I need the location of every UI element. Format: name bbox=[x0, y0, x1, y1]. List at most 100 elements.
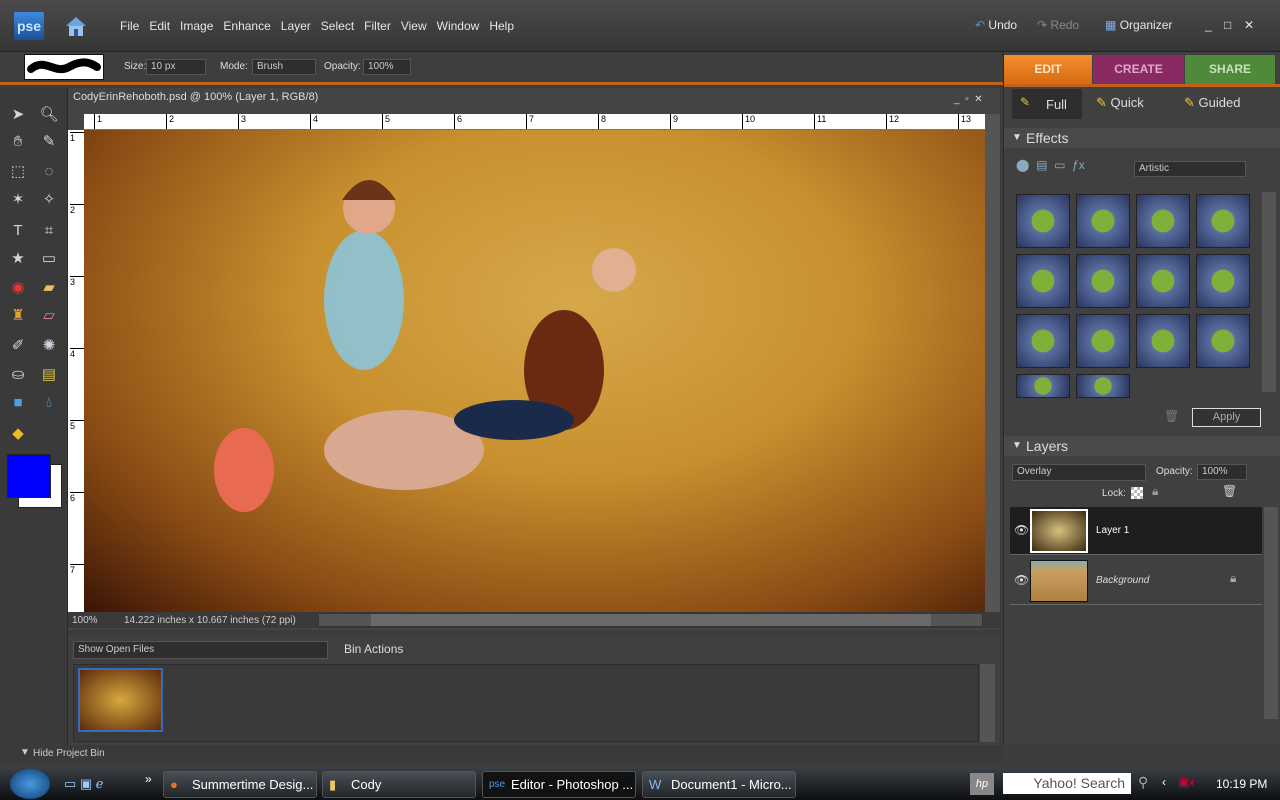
layer-row[interactable]: 👁︎ Background 🔒︎ bbox=[1010, 557, 1262, 605]
hide-project-bin-button[interactable]: ▼ Hide Project Bin bbox=[0, 745, 1003, 763]
effects-scrollbar[interactable] bbox=[1262, 192, 1276, 392]
effect-thumbnail[interactable] bbox=[1196, 314, 1250, 368]
undo-button[interactable]: ↶ Undo bbox=[975, 18, 1017, 32]
shape-icon[interactable]: ■ bbox=[7, 392, 29, 414]
zoom-tool-icon[interactable]: 🔍︎ bbox=[38, 104, 60, 126]
close-button[interactable]: ✕ bbox=[1244, 18, 1254, 32]
menu-filter[interactable]: Filter bbox=[364, 19, 391, 33]
layers-scrollbar[interactable] bbox=[1264, 507, 1278, 719]
taskbar-item-photoshop[interactable]: pse Editor - Photoshop ... bbox=[482, 771, 636, 798]
taskbar-item-word[interactable]: W Document1 - Micro... bbox=[642, 771, 796, 798]
marquee-icon[interactable]: ⬚ bbox=[7, 161, 29, 183]
menu-select[interactable]: Select bbox=[321, 19, 354, 33]
foreground-color-swatch[interactable] bbox=[7, 454, 51, 498]
menu-enhance[interactable]: Enhance bbox=[223, 19, 270, 33]
paint-bucket-icon[interactable]: ⛀ bbox=[7, 364, 29, 386]
effect-thumbnail[interactable] bbox=[1016, 314, 1070, 368]
maximize-button[interactable]: □ bbox=[1224, 18, 1231, 32]
menu-edit[interactable]: Edit bbox=[149, 19, 170, 33]
more-icon[interactable]: » bbox=[145, 772, 152, 786]
menu-help[interactable]: Help bbox=[489, 19, 514, 33]
image-canvas[interactable] bbox=[84, 130, 985, 612]
mode-guided-button[interactable]: ✎ Guided bbox=[1184, 95, 1240, 111]
effect-thumbnail[interactable] bbox=[1076, 254, 1130, 308]
hand-tool-icon[interactable]: ✋︎ bbox=[7, 131, 29, 153]
tab-create[interactable]: CREATE bbox=[1093, 55, 1184, 84]
mode-quick-button[interactable]: ✎ Quick bbox=[1096, 95, 1144, 111]
doc-window-controls[interactable]: _ ▫ ✕ bbox=[954, 94, 983, 105]
brush-icon[interactable]: ✐ bbox=[7, 335, 29, 357]
straighten-icon[interactable]: ▭ bbox=[38, 248, 60, 270]
smart-brush-icon[interactable]: ✺ bbox=[38, 335, 60, 357]
opacity-field[interactable]: 100% bbox=[363, 59, 411, 75]
taskbar-item-folder[interactable]: ▮ Cody bbox=[322, 771, 476, 798]
minimize-button[interactable]: _ bbox=[1205, 18, 1212, 32]
effects-filter-icons[interactable]: ⬤ ▤ ▭ ƒx bbox=[1016, 158, 1085, 172]
lock-icon[interactable]: 🔒︎ bbox=[1152, 484, 1158, 499]
effect-thumbnail[interactable] bbox=[1076, 314, 1130, 368]
crop-icon[interactable]: ⌗ bbox=[38, 220, 60, 242]
eyedropper-icon[interactable]: ✎ bbox=[38, 131, 60, 153]
effect-thumbnail[interactable] bbox=[1136, 194, 1190, 248]
mode-select[interactable]: Brush bbox=[252, 59, 316, 75]
effect-thumbnail[interactable] bbox=[1076, 194, 1130, 248]
show-files-dropdown[interactable]: Show Open Files bbox=[73, 641, 328, 659]
effect-thumbnail[interactable] bbox=[1076, 374, 1130, 398]
menu-window[interactable]: Window bbox=[437, 19, 480, 33]
quick-selection-icon[interactable]: ✧ bbox=[38, 189, 60, 211]
cookie-cutter-icon[interactable]: ★ bbox=[7, 248, 29, 270]
tab-share[interactable]: SHARE bbox=[1185, 55, 1275, 84]
eraser-icon[interactable]: ▱ bbox=[38, 305, 60, 327]
visibility-eye-icon[interactable]: 👁︎ bbox=[1014, 523, 1029, 537]
quick-launch-icons[interactable]: ▭ ▣ ℯ bbox=[64, 776, 103, 792]
tab-edit[interactable]: EDIT bbox=[1004, 55, 1092, 84]
lock-transparency-icon[interactable] bbox=[1131, 487, 1143, 499]
effect-thumbnail[interactable] bbox=[1136, 314, 1190, 368]
visibility-eye-icon[interactable]: 👁︎ bbox=[1014, 573, 1029, 587]
tray-expand-icon[interactable]: ‹ bbox=[1162, 775, 1166, 789]
sponge-icon[interactable]: ◆ bbox=[7, 423, 29, 445]
menu-image[interactable]: Image bbox=[180, 19, 213, 33]
mode-full-button[interactable]: ✎ Full bbox=[1012, 89, 1082, 119]
taskbar-item-firefox[interactable]: ● Summertime Desig... bbox=[163, 771, 317, 798]
horizontal-scrollbar[interactable] bbox=[318, 613, 983, 627]
healing-brush-icon[interactable]: ▰ bbox=[38, 277, 60, 299]
effect-thumbnail[interactable] bbox=[1016, 374, 1070, 398]
vertical-scrollbar[interactable] bbox=[985, 114, 1000, 612]
effect-thumbnail[interactable] bbox=[1016, 254, 1070, 308]
blur-icon[interactable]: 💧︎ bbox=[38, 392, 60, 414]
start-button[interactable] bbox=[10, 769, 50, 799]
layer-row[interactable]: 👁︎ Layer 1 bbox=[1010, 507, 1262, 555]
effects-header[interactable]: ▼ Effects bbox=[1004, 128, 1280, 148]
tray-icons[interactable]: ▣◐ bbox=[1178, 775, 1197, 789]
effect-thumbnail[interactable] bbox=[1016, 194, 1070, 248]
search-icon[interactable]: ⚲ bbox=[1138, 774, 1148, 791]
bin-scrollbar[interactable] bbox=[980, 664, 995, 742]
organizer-button[interactable]: ▦ Organizer bbox=[1105, 18, 1172, 32]
open-file-thumbnail[interactable] bbox=[78, 668, 163, 732]
move-tool-icon[interactable]: ➤ bbox=[7, 104, 29, 126]
effect-thumbnail[interactable] bbox=[1136, 254, 1190, 308]
effect-thumbnail[interactable] bbox=[1196, 254, 1250, 308]
red-eye-icon[interactable]: ◉ bbox=[7, 277, 29, 299]
brush-preview[interactable] bbox=[24, 54, 104, 80]
redo-button[interactable]: ↷ Redo bbox=[1037, 18, 1079, 32]
gradient-icon[interactable]: ▤ bbox=[38, 364, 60, 386]
menu-view[interactable]: View bbox=[401, 19, 427, 33]
home-icon[interactable] bbox=[64, 14, 88, 38]
delete-layer-icon[interactable]: 🗑︎ bbox=[1222, 484, 1237, 498]
type-tool-icon[interactable]: T bbox=[7, 220, 29, 242]
layers-header[interactable]: ▼ Layers bbox=[1004, 436, 1280, 456]
menu-file[interactable]: File bbox=[120, 19, 139, 33]
lasso-icon[interactable]: ◌ bbox=[38, 161, 60, 183]
hp-icon[interactable]: hp bbox=[970, 773, 994, 795]
magic-wand-icon[interactable]: ✶ bbox=[7, 189, 29, 211]
yahoo-search-box[interactable]: Yahoo! Search bbox=[1003, 773, 1131, 794]
clone-stamp-icon[interactable]: ♜ bbox=[7, 305, 29, 327]
menu-layer[interactable]: Layer bbox=[281, 19, 311, 33]
blend-mode-select[interactable]: Overlay bbox=[1012, 464, 1146, 481]
effect-thumbnail[interactable] bbox=[1196, 194, 1250, 248]
apply-button[interactable]: Apply bbox=[1192, 408, 1261, 427]
size-field[interactable]: 10 px bbox=[146, 59, 206, 75]
effects-category-select[interactable]: Artistic bbox=[1134, 161, 1246, 177]
